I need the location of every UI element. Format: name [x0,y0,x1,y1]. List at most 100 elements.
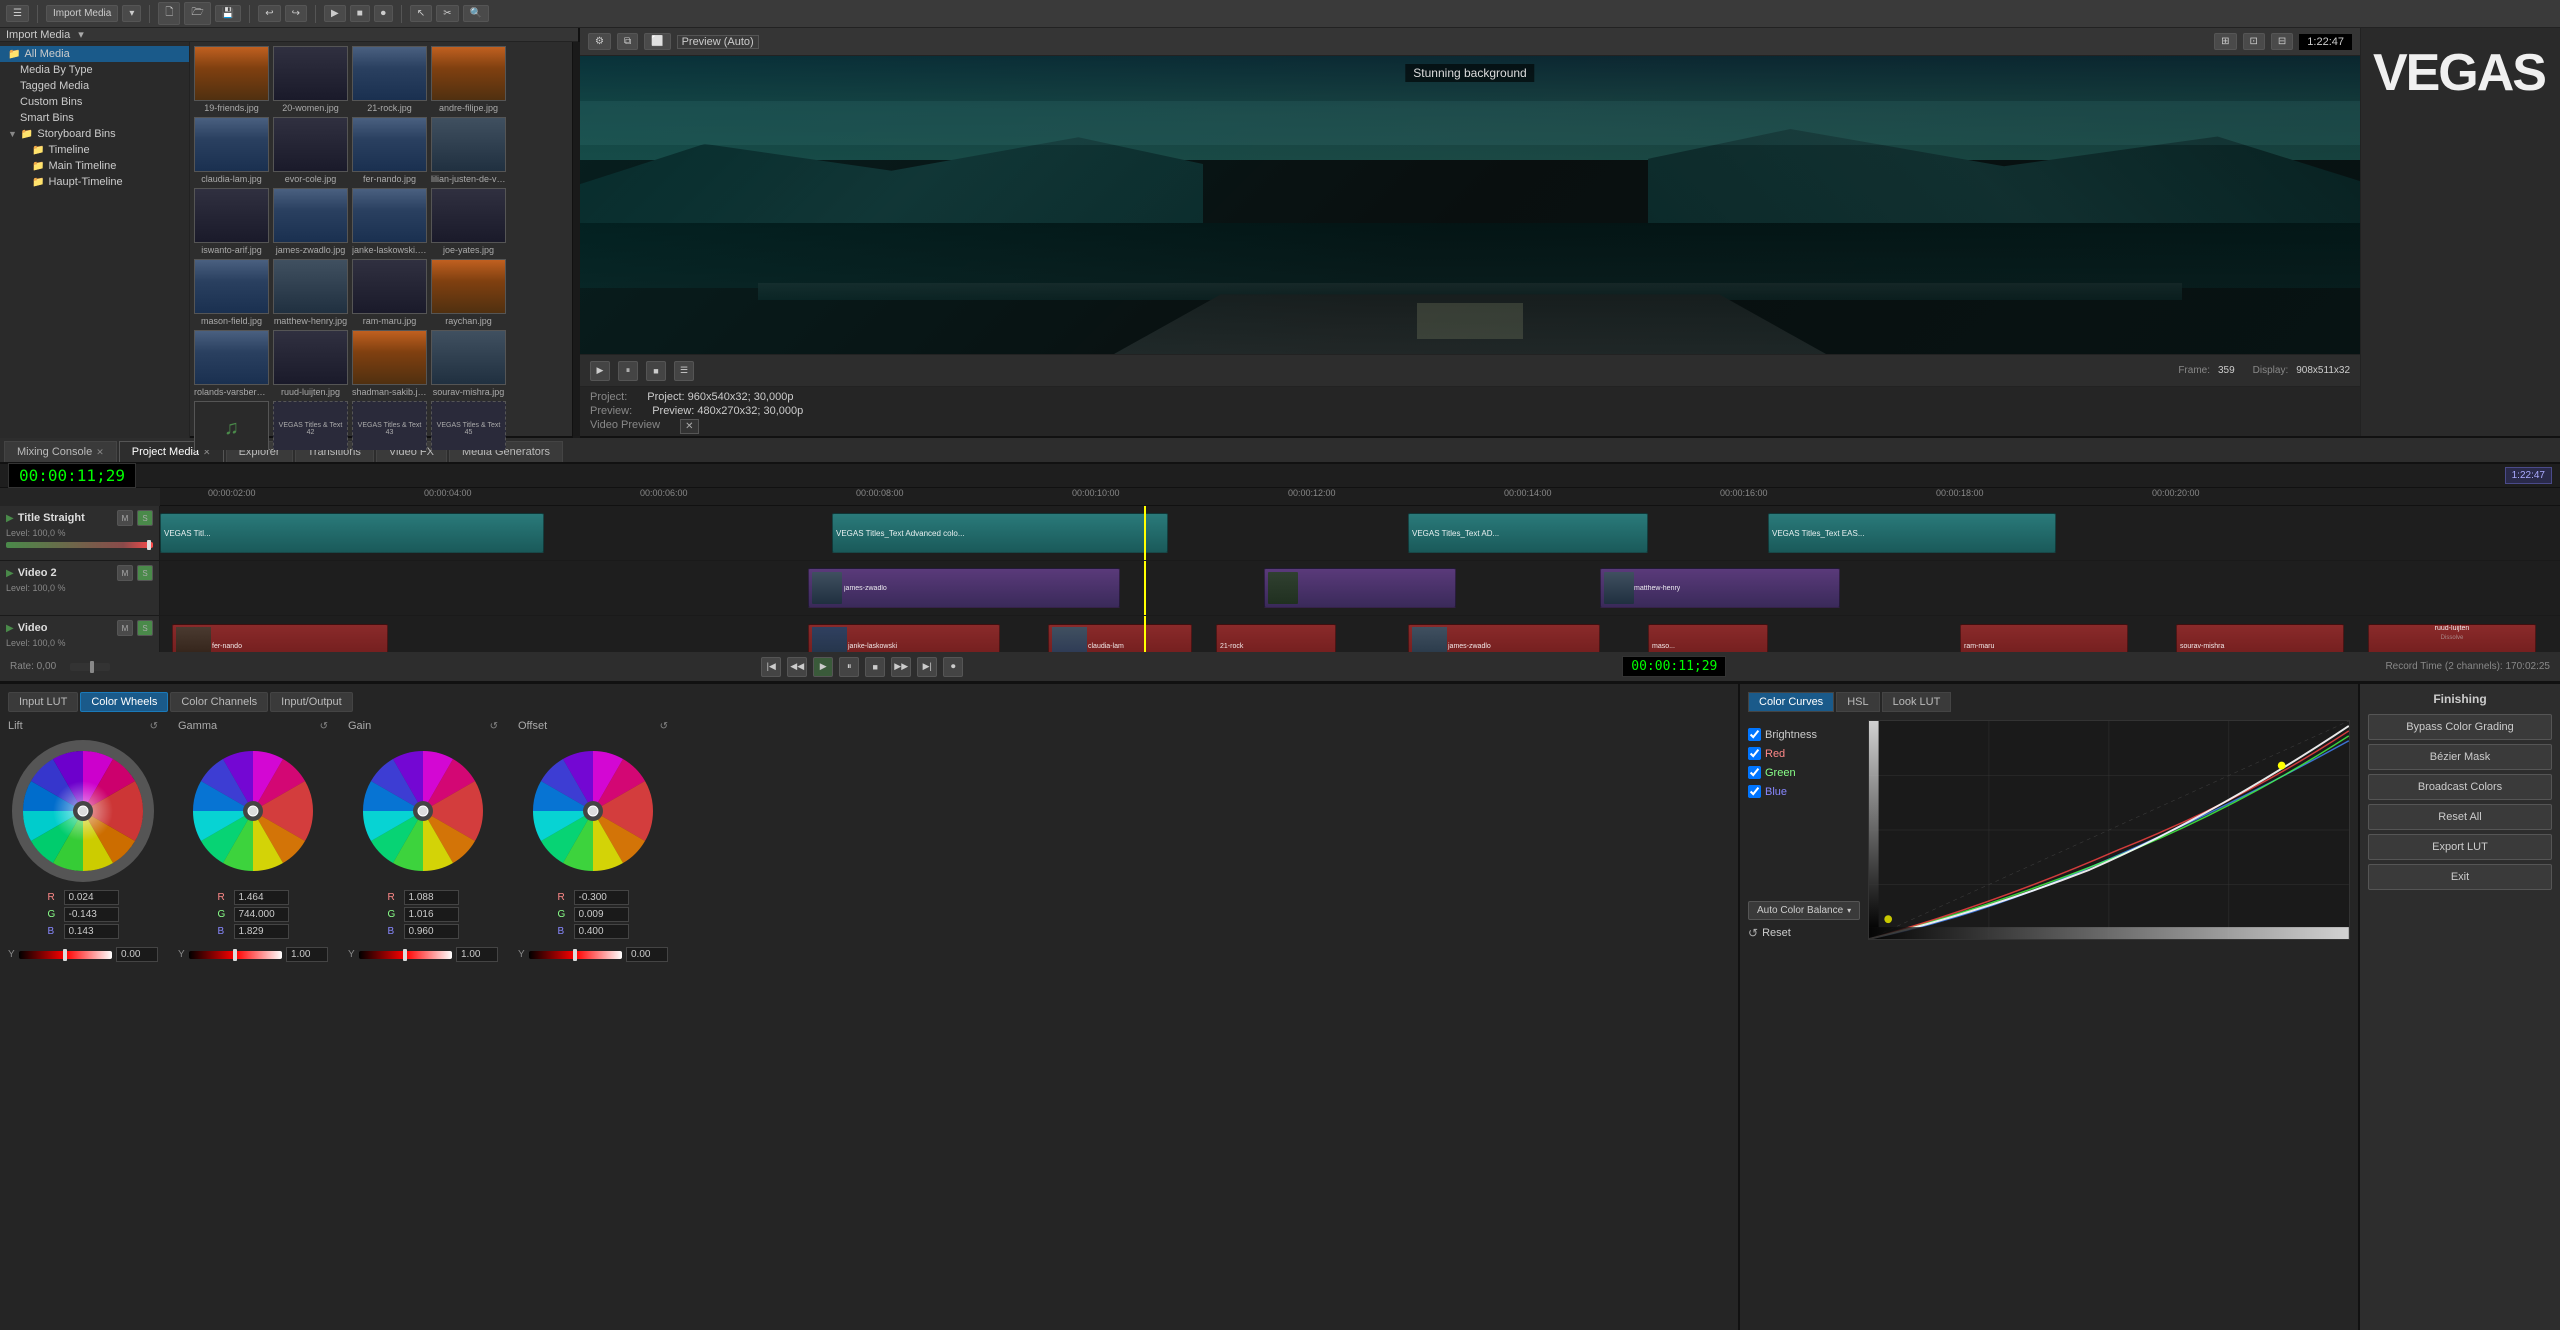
curve-start-dot[interactable] [1885,915,1893,923]
lift-g-input[interactable] [64,907,119,922]
gain-y-input[interactable] [456,947,498,962]
transport-stop[interactable]: ■ [865,657,885,677]
sidebar-item-haupt-timeline[interactable]: 📁 Haupt-Timeline [0,174,189,190]
sidebar-item-main-timeline[interactable]: 📁 Main Timeline [0,158,189,174]
color-tab-input-lut[interactable]: Input LUT [8,692,78,712]
color-tab-color-wheels[interactable]: Color Wheels [80,692,168,712]
media-item-19[interactable]: sourav-mishra.jpg [431,330,506,397]
color-tab-color-channels[interactable]: Color Channels [170,692,268,712]
sidebar-item-smart-bins[interactable]: Smart Bins [0,110,189,126]
preview-settings-btn[interactable]: ⚙ [588,33,611,50]
track-expand-icon-2[interactable]: ▶ [6,568,14,579]
preview-btn-3[interactable]: ⊟ [2271,33,2293,50]
export-lut-btn[interactable]: Export LUT [2368,834,2552,860]
offset-y-input[interactable] [626,947,668,962]
curves-tab-color-curves[interactable]: Color Curves [1748,692,1834,712]
gamma-reset-icon[interactable]: ↺ [320,721,328,732]
new-btn[interactable]: 🗋 [158,2,180,25]
preview-stop-btn[interactable]: ■ [646,361,666,381]
curve-point-yellow[interactable] [2278,762,2286,770]
rate-slider[interactable] [70,663,110,671]
media-item-16[interactable]: rolands-varsbergs.jpg [194,330,269,397]
curves-graph[interactable] [1868,720,2350,940]
import-dropdown[interactable]: ▾ [122,5,141,22]
sidebar-item-timeline[interactable]: 📁 Timeline [0,142,189,158]
offset-wheel-container[interactable] [518,736,668,886]
media-item-20[interactable]: ♫ Track.mp3 [194,401,269,450]
exit-btn[interactable]: Exit [2368,864,2552,890]
transport-play[interactable]: ▶ [813,657,833,677]
offset-y-slider[interactable] [529,951,622,959]
clip-v-1[interactable]: fer-nando [172,624,388,652]
cb-blue[interactable] [1748,785,1761,798]
gamma-y-thumb[interactable] [233,949,237,961]
transport-pause[interactable]: ⏸ [839,657,859,677]
zoom-in-btn[interactable]: 🔍 [463,5,489,22]
track-mute-3[interactable]: M [117,620,133,636]
offset-g-input[interactable] [574,907,629,922]
lift-y-slider[interactable] [19,951,112,959]
media-item-3[interactable]: andre-filipe.jpg [431,46,506,113]
rate-slider-thumb[interactable] [90,661,94,673]
gain-r-input[interactable] [404,890,459,905]
cb-brightness[interactable] [1748,728,1761,741]
media-item-7[interactable]: lilian-justen-de-vasco ncellos.jpg [431,117,506,184]
clip-v-9[interactable]: ruud-luijten Dissolve [2368,624,2536,652]
transport-record[interactable]: ⏺ [943,657,963,677]
preview-split-btn[interactable]: ⧉ [617,33,638,50]
track-volume-1[interactable] [6,542,153,548]
lift-b-input[interactable] [64,924,119,939]
track-solo-2[interactable]: S [137,565,153,581]
media-item-23[interactable]: VEGAS Titles & Text 45 VEGAS Titles & Te… [431,401,506,450]
gain-g-input[interactable] [404,907,459,922]
import-media-button[interactable]: Import Media [46,5,118,22]
preview-pause-btn[interactable]: ⏸ [618,361,638,381]
media-item-18[interactable]: shadman-sakib.jpg [352,330,427,397]
clip-v2-1[interactable]: james-zwadlo [808,568,1120,608]
media-item-0[interactable]: 19-friends.jpg [194,46,269,113]
gain-wheel-handle[interactable] [418,806,428,816]
track-expand-icon-3[interactable]: ▶ [6,623,14,634]
transport-prev[interactable]: ◀◀ [787,657,807,677]
reset-all-btn[interactable]: Reset All [2368,804,2552,830]
lift-wheel-handle[interactable] [78,806,88,816]
curves-tab-hsl[interactable]: HSL [1836,692,1879,712]
media-item-1[interactable]: 20-women.jpg [273,46,348,113]
media-item-14[interactable]: ram-maru.jpg [352,259,427,326]
gain-y-slider[interactable] [359,951,452,959]
track-mute-2[interactable]: M [117,565,133,581]
media-item-11[interactable]: joe-yates.jpg [431,188,506,255]
preview-btn-1[interactable]: ⊞ [2214,33,2236,50]
clip-title-2[interactable]: VEGAS Titles_Text Advanced colo... [832,513,1168,553]
cb-green[interactable] [1748,766,1761,779]
video-preview-close[interactable]: ✕ [680,419,698,434]
clip-v-6[interactable]: maso... [1648,624,1768,652]
sidebar-item-storyboard-bins[interactable]: ▼ 📁 Storyboard Bins [0,126,189,142]
gain-reset-icon[interactable]: ↺ [490,721,498,732]
sidebar-item-media-by-type[interactable]: Media By Type [0,62,189,78]
track-mute-1[interactable]: M [117,510,133,526]
clip-title-3[interactable]: VEGAS Titles_Text AD... [1408,513,1648,553]
clip-v2-2[interactable] [1264,568,1456,608]
sidebar-item-tagged-media[interactable]: Tagged Media [0,78,189,94]
tab-close-mixing[interactable]: ✕ [96,447,104,458]
tab-mixing-console[interactable]: Mixing Console ✕ [4,441,117,462]
media-item-15[interactable]: raychan.jpg [431,259,506,326]
media-item-5[interactable]: evor-cole.jpg [273,117,348,184]
clip-v-4[interactable]: 21-rock [1216,624,1336,652]
lift-reset-icon[interactable]: ↺ [150,721,158,732]
offset-reset-icon[interactable]: ↺ [660,721,668,732]
media-item-9[interactable]: james-zwadlo.jpg [273,188,348,255]
curves-tab-look-lut[interactable]: Look LUT [1882,692,1952,712]
clip-v-8[interactable]: sourav-mishra [2176,624,2344,652]
clip-v-2[interactable]: janke-laskowski [808,624,1000,652]
undo-btn[interactable]: ↩ [258,5,280,22]
gain-b-input[interactable] [404,924,459,939]
redo-btn[interactable]: ↪ [285,5,307,22]
gamma-y-slider[interactable] [189,951,282,959]
gain-wheel-container[interactable] [348,736,498,886]
media-item-13[interactable]: matthew-henry.jpg [273,259,348,326]
transport-begin[interactable]: |◀ [761,657,781,677]
gamma-wheel-handle[interactable] [248,806,258,816]
preview-play-btn[interactable]: ▶ [590,361,610,381]
